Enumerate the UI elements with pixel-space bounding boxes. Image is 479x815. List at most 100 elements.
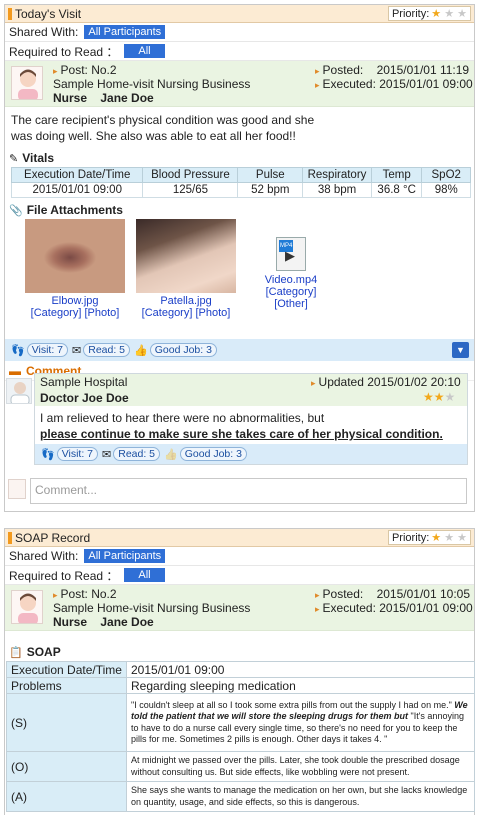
shared-chip[interactable]: All Participants	[84, 25, 166, 39]
post-author[interactable]: Jane Doe	[100, 615, 153, 629]
vitals-col-header: SpO2	[421, 167, 471, 183]
soap-value: "I couldn't sleep at all so I took some …	[126, 693, 475, 752]
star-icon[interactable]: ★	[431, 8, 441, 20]
goodjob-count[interactable]: Good Job: 3	[179, 447, 247, 461]
user-avatar	[8, 479, 26, 499]
chevron-down-icon[interactable]: ▼	[452, 342, 469, 358]
soap-row: (O) At midnight we passed over the pills…	[6, 751, 475, 782]
star-icon[interactable]: ★	[431, 532, 441, 544]
star-icon[interactable]: ★	[457, 8, 467, 20]
reactions-bar: 👣 Visit: 7 ✉ Read: 5 👍 Good Job: 3 ▼	[5, 339, 474, 361]
star-icon[interactable]: ★	[457, 532, 467, 544]
star-icon[interactable]: ★	[423, 390, 434, 404]
soap-key: (A)	[6, 781, 127, 812]
soap-key: (O)	[6, 751, 127, 782]
file-attachment[interactable]: Patella.jpg [Category] [Photo]	[136, 219, 236, 319]
soap-key: Execution Date/Time	[6, 661, 127, 678]
required-label: Required to Read ：	[9, 44, 119, 59]
star-icon[interactable]: ★	[444, 532, 454, 544]
soap-value: She says she wants to manage the medicat…	[126, 781, 475, 812]
visit-count[interactable]: Visit: 7	[26, 343, 69, 357]
comment-input[interactable]: Comment...	[30, 478, 467, 504]
required-row: Required to Read ： All	[5, 42, 474, 61]
elbow-photo[interactable]	[25, 219, 125, 293]
comment-author[interactable]: Doctor Joe Doe	[40, 391, 129, 405]
nurse-avatar	[11, 590, 43, 624]
file-name[interactable]: Video.mp4	[251, 274, 331, 286]
video-file-icon[interactable]: MP4 ▶	[276, 237, 306, 271]
note-line: was doing well. She also was able to eat…	[11, 129, 296, 143]
posted-value: 2015/01/01 10:05	[376, 587, 470, 601]
star-icon[interactable]: ★	[434, 390, 445, 404]
files-heading: 📎 File Attachments	[5, 201, 474, 219]
soap-row: (S) "I couldn't sleep at all so I took s…	[6, 693, 475, 752]
clipboard-icon: 📋	[9, 646, 23, 659]
comment-stars[interactable]: ★★★	[423, 390, 455, 404]
star-icon[interactable]: ★	[445, 390, 456, 404]
play-icon: ▶	[285, 248, 295, 263]
file-meta[interactable]: [Category] [Photo]	[136, 307, 236, 319]
paperclip-icon: 📎	[9, 204, 23, 217]
post-author[interactable]: Jane Doe	[100, 91, 153, 105]
visit-reaction[interactable]: 👣 Visit: 7	[11, 343, 69, 357]
vitals-cell: 52 bpm	[237, 182, 304, 198]
goodjob-reaction[interactable]: 👍 Good Job: 3	[164, 447, 247, 461]
header-accent-bar	[8, 531, 12, 544]
visit-note: The care recipient's physical condition …	[5, 107, 474, 149]
post-role: Nurse	[53, 615, 88, 629]
shared-with-row: Shared With: All Participants	[5, 23, 474, 42]
doctor-avatar	[6, 378, 32, 404]
post-number: Post: No.2	[60, 587, 117, 601]
file-attachment[interactable]: Elbow.jpg [Category] [Photo]	[25, 219, 125, 319]
executed-label: Executed:	[322, 77, 376, 91]
post-info: ▸ Post: No.2 Sample Home-visit Nursing Bu…	[5, 61, 474, 107]
priority-label: Priority:	[391, 531, 430, 544]
soap-heading: 📋 SOAP	[5, 643, 474, 661]
file-attachment[interactable]: MP4 ▶ Video.mp4 [Category] [Other]	[251, 237, 331, 310]
soap-card: SOAP Record Priority: ★ ★ ★ Shared With:…	[4, 528, 475, 815]
star-icon[interactable]: ★	[444, 8, 454, 20]
footprints-icon: 👣	[11, 344, 25, 357]
post-org: Sample Home-visit Nursing Business	[53, 601, 251, 615]
post-role: Nurse	[53, 91, 88, 105]
file-name[interactable]: Patella.jpg	[136, 295, 236, 307]
comment-line: I am relieved to hear there were no abno…	[40, 411, 325, 425]
required-chip[interactable]: All	[124, 44, 165, 58]
visit-title: Today's Visit	[15, 6, 82, 21]
read-reaction[interactable]: ✉ Read: 5	[102, 447, 161, 461]
patella-photo[interactable]	[136, 219, 236, 293]
read-count[interactable]: Read: 5	[83, 343, 131, 357]
shared-label: Shared With:	[9, 25, 79, 39]
priority-stars[interactable]: ★ ★ ★	[431, 531, 467, 544]
file-meta[interactable]: [Category] [Other]	[251, 286, 331, 310]
arrow-icon: ▸	[315, 590, 320, 600]
posted-label: Posted:	[322, 63, 364, 77]
files-title: File Attachments	[26, 203, 123, 217]
vitals-col-header: Respiratory	[302, 167, 372, 183]
shared-chip[interactable]: All Participants	[84, 549, 166, 563]
arrow-icon: ▸	[315, 66, 320, 76]
read-reaction[interactable]: ✉ Read: 5	[72, 343, 131, 357]
soap-row: Problems Regarding sleeping medication	[6, 677, 475, 694]
executed-value: 2015/01/01 09:00	[379, 77, 473, 91]
goodjob-reaction[interactable]: 👍 Good Job: 3	[134, 343, 217, 357]
comment-text: I am relieved to hear there were no abno…	[35, 406, 467, 442]
visit-count[interactable]: Visit: 7	[56, 447, 99, 461]
required-chip[interactable]: All	[124, 568, 165, 582]
visit-reaction[interactable]: 👣 Visit: 7	[41, 447, 99, 461]
executed-label: Executed:	[322, 601, 376, 615]
comment-line-emphasis: please continue to make sure she takes c…	[40, 427, 443, 441]
read-count[interactable]: Read: 5	[113, 447, 161, 461]
vitals-cell: 125/65	[142, 182, 239, 198]
file-attachments: Elbow.jpg [Category] [Photo] Patella.jpg…	[5, 219, 474, 339]
file-name[interactable]: Elbow.jpg	[25, 295, 125, 307]
file-meta[interactable]: [Category] [Photo]	[25, 307, 125, 319]
arrow-icon: ▸	[311, 378, 316, 388]
vitals-col-header: Temp	[370, 167, 423, 183]
soap-section-title: SOAP	[26, 645, 61, 659]
goodjob-count[interactable]: Good Job: 3	[149, 343, 217, 357]
priority-stars[interactable]: ★ ★ ★	[431, 7, 467, 20]
visit-header: Today's Visit Priority: ★ ★ ★	[5, 5, 474, 23]
soap-row: Execution Date/Time 2015/01/01 09:00	[6, 661, 475, 678]
vitals-value-row: 2015/01/01 09:00 125/65 52 bpm 38 bpm 36…	[10, 182, 471, 198]
